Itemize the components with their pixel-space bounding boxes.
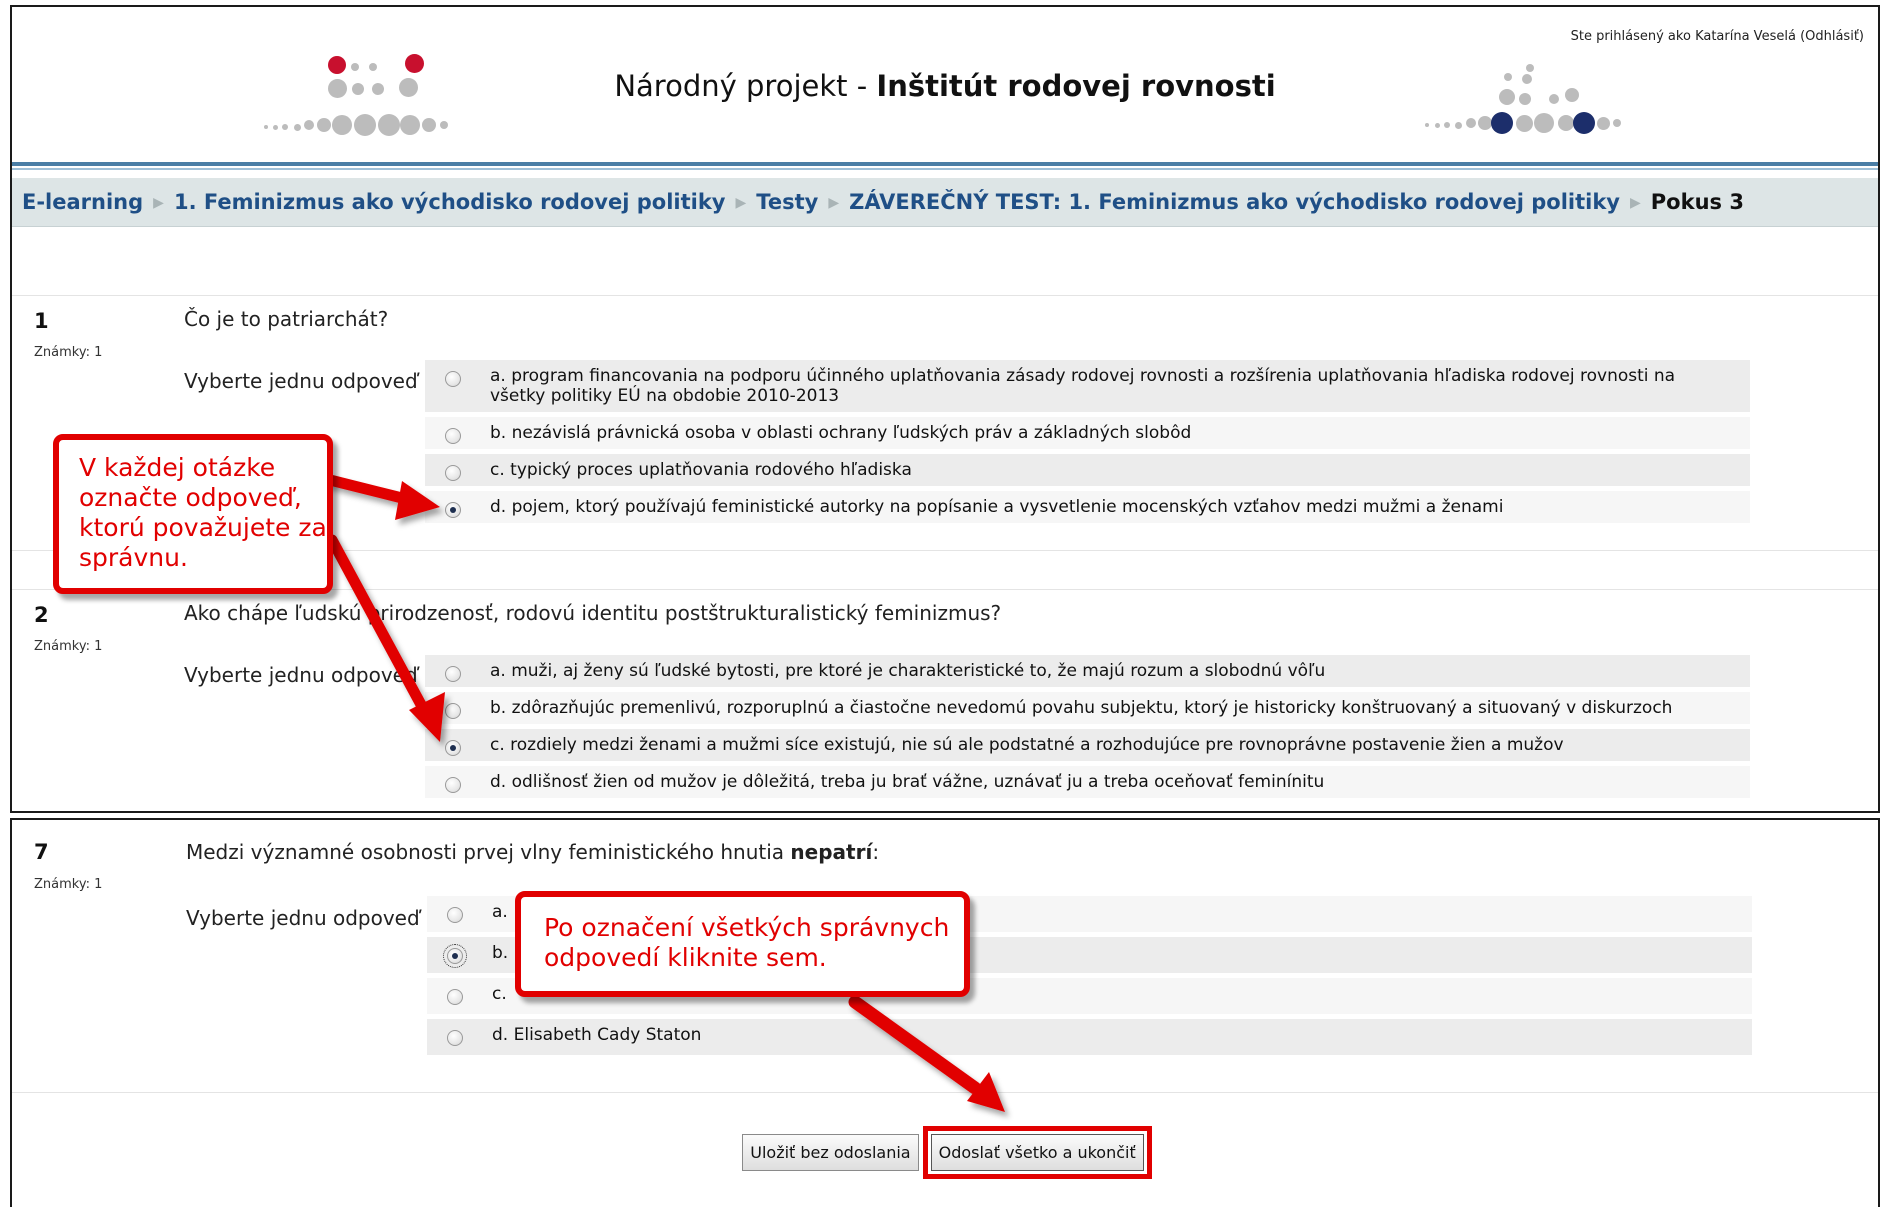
logo-dot-icon	[304, 120, 314, 130]
answer-list: a. muži, aj ženy sú ľudské bytosti, pre …	[425, 655, 1750, 803]
radio-button[interactable]	[445, 465, 461, 481]
radio-button[interactable]	[447, 907, 463, 923]
radio-button[interactable]	[445, 371, 461, 387]
logo-dot-icon	[272, 124, 278, 130]
answer-option[interactable]: d. odlišnosť žien od mužov je dôležitá, …	[425, 766, 1750, 798]
logo-dot-icon	[1478, 116, 1492, 130]
radio-button-selected[interactable]	[445, 502, 461, 518]
breadcrumb-final-test[interactable]: ZÁVEREČNÝ TEST: 1. Feminizmus ako východ…	[849, 190, 1620, 214]
logo-dot-icon	[264, 125, 268, 129]
logo-dot-icon	[1522, 74, 1532, 84]
logo-dot-icon	[293, 123, 301, 131]
logo-dot-icon	[378, 114, 400, 136]
divider	[12, 295, 1878, 296]
breadcrumb-separator-icon: ▶	[735, 195, 747, 211]
logo-dot-icon	[1515, 114, 1533, 132]
breadcrumb-tests[interactable]: Testy	[756, 190, 818, 214]
answer-option[interactable]: d. Elisabeth Cady Staton	[427, 1019, 1752, 1055]
breadcrumb-separator-icon: ▶	[153, 195, 164, 211]
header-rule-secondary	[12, 168, 1878, 170]
answer-prompt: Vyberte jednu odpoveď	[186, 906, 420, 930]
logo-dot-icon	[317, 118, 331, 132]
logo-dot-icon	[1434, 122, 1440, 128]
logo-dot-icon	[1504, 73, 1512, 81]
question-marks: Známky: 1	[34, 639, 103, 654]
logo-dot-icon	[1565, 88, 1579, 102]
question-number: 2	[34, 603, 49, 627]
callout-click-submit: Po označení všetkých správnych odpovedí …	[515, 891, 970, 997]
radio-button[interactable]	[445, 703, 461, 719]
question-text: Ako chápe ľudskú prirodzenosť, rodovú id…	[184, 601, 1002, 625]
breadcrumb-separator-icon: ▶	[1630, 195, 1641, 211]
logo-dot-icon	[1613, 119, 1621, 127]
user-name-link[interactable]: Katarína Veselá	[1695, 29, 1796, 44]
logo-dot-icon	[1526, 64, 1534, 72]
answer-option[interactable]: b. zdôrazňujúc premenlivú, rozporuplnú a…	[425, 692, 1750, 724]
site-header: Ste prihlásený ako Katarína Veselá (Odhl…	[12, 7, 1878, 170]
logo-dot-icon	[1573, 112, 1595, 134]
radio-button-selected[interactable]	[445, 740, 461, 756]
logo-dot-icon	[1534, 113, 1554, 133]
answer-list: a. program financovania na podporu účinn…	[425, 360, 1750, 528]
radio-button[interactable]	[447, 989, 463, 1005]
submit-all-button[interactable]: Odoslať všetko a ukončiť	[930, 1134, 1144, 1171]
radio-button[interactable]	[447, 1030, 463, 1046]
login-status: Ste prihlásený ako Katarína Veselá (Odhl…	[1570, 29, 1864, 44]
logo-dot-icon	[1425, 123, 1429, 127]
submit-highlight-frame: Odoslať všetko a ukončiť	[922, 1126, 1152, 1179]
question-text: Medzi významné osobnosti prvej vlny femi…	[186, 840, 880, 864]
logo-dot-icon	[354, 114, 376, 136]
answer-option[interactable]: c. typický proces uplatňovania rodového …	[425, 454, 1750, 486]
question-number: 7	[34, 840, 49, 864]
answer-option[interactable]: a. muži, aj ženy sú ľudské bytosti, pre …	[425, 655, 1750, 687]
logo-dot-icon	[400, 115, 420, 135]
logo-right-dots	[1417, 55, 1647, 135]
logo-dot-icon	[422, 118, 436, 132]
breadcrumb-course[interactable]: 1. Feminizmus ako východisko rodovej pol…	[174, 190, 726, 214]
question-marks: Známky: 1	[34, 345, 103, 360]
logo-dot-icon	[1444, 122, 1450, 128]
answer-prompt: Vyberte jednu odpoveď	[184, 663, 418, 687]
logo-dot-icon	[332, 115, 352, 135]
answer-option-selected[interactable]: d. pojem, ktorý používajú feministické a…	[425, 491, 1750, 523]
logo-dot-icon	[1558, 115, 1574, 131]
logo-dot-icon	[1549, 94, 1559, 104]
radio-button[interactable]	[445, 777, 461, 793]
breadcrumb-separator-icon: ▶	[828, 195, 840, 211]
quiz-window-top: Ste prihlásený ako Katarína Veselá (Odhl…	[10, 5, 1880, 813]
form-buttons: Uložiť bez odoslania Odoslať všetko a uko…	[12, 1126, 1878, 1179]
logo-dot-icon	[1519, 93, 1531, 105]
radio-button[interactable]	[445, 666, 461, 682]
radio-button[interactable]	[445, 428, 461, 444]
breadcrumb-elearning[interactable]: E-learning	[22, 190, 143, 214]
callout-select-answer: V každej otázke označte odpoveď, ktorú p…	[53, 434, 333, 594]
logo-dot-icon	[1454, 121, 1462, 129]
answer-option-selected[interactable]: c. rozdiely medzi ženami a mužmi síce ex…	[425, 729, 1750, 761]
save-without-submit-button[interactable]: Uložiť bez odoslania	[742, 1134, 919, 1171]
answer-option[interactable]: a. program financovania na podporu účinn…	[425, 360, 1750, 412]
answer-prompt: Vyberte jednu odpoveď	[184, 369, 418, 393]
logo-dot-icon	[1596, 116, 1610, 130]
radio-button-selected[interactable]	[443, 944, 467, 968]
header-rule	[12, 162, 1878, 166]
question-marks: Známky: 1	[34, 877, 103, 892]
logo-dot-icon	[1499, 89, 1515, 105]
answer-option[interactable]: b. nezávislá právnická osoba v oblasti o…	[425, 417, 1750, 449]
logo-dot-icon	[440, 121, 448, 129]
question-number: 1	[34, 309, 49, 333]
question-text: Čo je to patriarchát?	[184, 307, 389, 331]
breadcrumb-attempt: Pokus 3	[1650, 190, 1744, 214]
logo-dot-icon	[1491, 112, 1513, 134]
logo-dot-icon	[1466, 118, 1476, 128]
divider	[12, 1092, 1878, 1093]
logout-link[interactable]: (Odhlásiť)	[1800, 29, 1864, 44]
logo-dot-icon	[282, 124, 288, 130]
breadcrumb: E-learning ▶ 1. Feminizmus ako východisko …	[12, 178, 1878, 227]
quiz-window-bottom: 7 Známky: 1 Medzi významné osobnosti prv…	[10, 818, 1880, 1207]
